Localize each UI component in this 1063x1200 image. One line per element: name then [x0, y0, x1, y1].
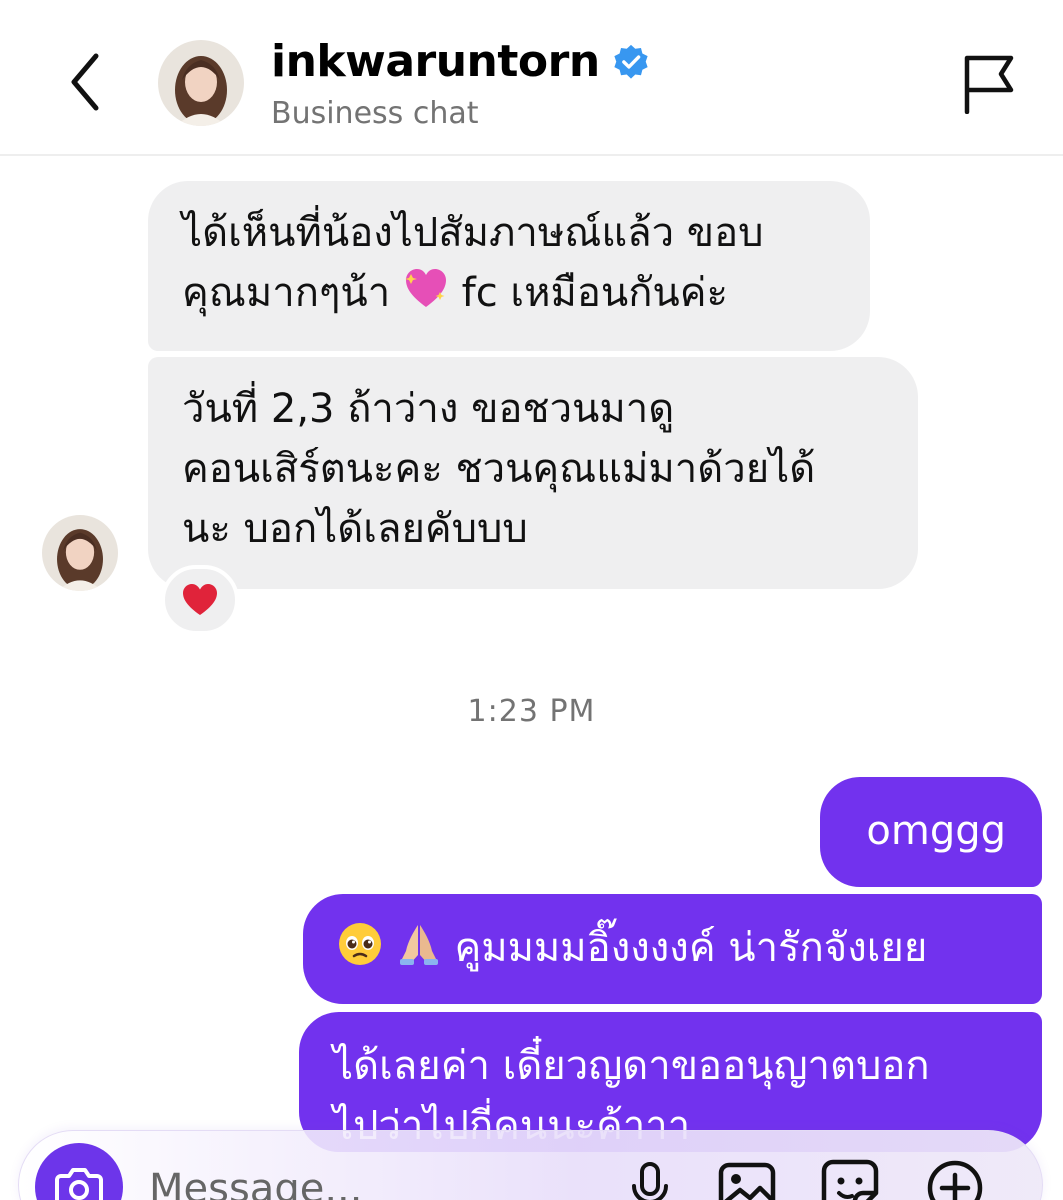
- avatar-image: [158, 40, 244, 126]
- incoming-message[interactable]: วันที่ 2,3 ถ้าว่าง ขอชวนมาดู คอนเสิร์ตนะ…: [148, 357, 918, 589]
- pleading-face-emoji: [339, 923, 381, 965]
- chevron-left-icon: [71, 53, 99, 111]
- sender-avatar[interactable]: [42, 515, 118, 591]
- sticker-button[interactable]: [819, 1157, 881, 1200]
- microphone-icon: [632, 1162, 668, 1200]
- camera-button[interactable]: [35, 1143, 123, 1200]
- more-options-button[interactable]: [924, 1157, 986, 1200]
- outgoing-message[interactable]: omggg: [820, 777, 1042, 887]
- message-text: fc เหมือนกันค่ะ: [461, 270, 729, 316]
- image-icon: [718, 1162, 776, 1200]
- folded-hands-emoji: [399, 925, 438, 965]
- heart-reaction[interactable]: ❤: [161, 565, 239, 635]
- chat-header: inkwaruntorn Business chat: [0, 0, 1063, 156]
- incoming-message[interactable]: ได้เห็นที่น้องไปสัมภาษณ์แล้ว ขอบ คุณมากๆ…: [148, 181, 870, 351]
- plus-circle-icon: [927, 1160, 983, 1200]
- gallery-button[interactable]: [716, 1157, 778, 1200]
- voice-message-button[interactable]: [619, 1157, 681, 1200]
- avatar-image: [42, 515, 118, 591]
- red-heart-icon: [183, 584, 217, 615]
- sparkling-heart-emoji: [404, 269, 446, 307]
- message-input[interactable]: [149, 1159, 589, 1200]
- chat-subtitle: Business chat: [271, 96, 479, 131]
- message-timestamp: 1:23 PM: [467, 694, 596, 729]
- camera-icon: [55, 1168, 103, 1200]
- sticker-icon: [821, 1159, 879, 1200]
- back-button[interactable]: [58, 44, 114, 120]
- outgoing-message[interactable]: คูมมมมอิ๊งงงงค์ น่ารักจังเยย: [303, 894, 1042, 1004]
- message-text: คูมมมมอิ๊งงงงค์ น่ารักจังเยย: [454, 925, 928, 971]
- verified-badge-icon: [614, 44, 648, 79]
- message-composer: [18, 1130, 1043, 1200]
- message-text: คุณมากๆน้า: [182, 270, 391, 316]
- chat-title[interactable]: inkwaruntorn: [271, 36, 650, 87]
- report-button[interactable]: [950, 44, 1028, 122]
- flag-icon: [964, 55, 1014, 114]
- message-text-line: ได้เห็นที่น้องไปสัมภาษณ์แล้ว ขอบ: [182, 210, 764, 256]
- profile-avatar[interactable]: [158, 40, 244, 126]
- username-label: inkwaruntorn: [271, 36, 600, 87]
